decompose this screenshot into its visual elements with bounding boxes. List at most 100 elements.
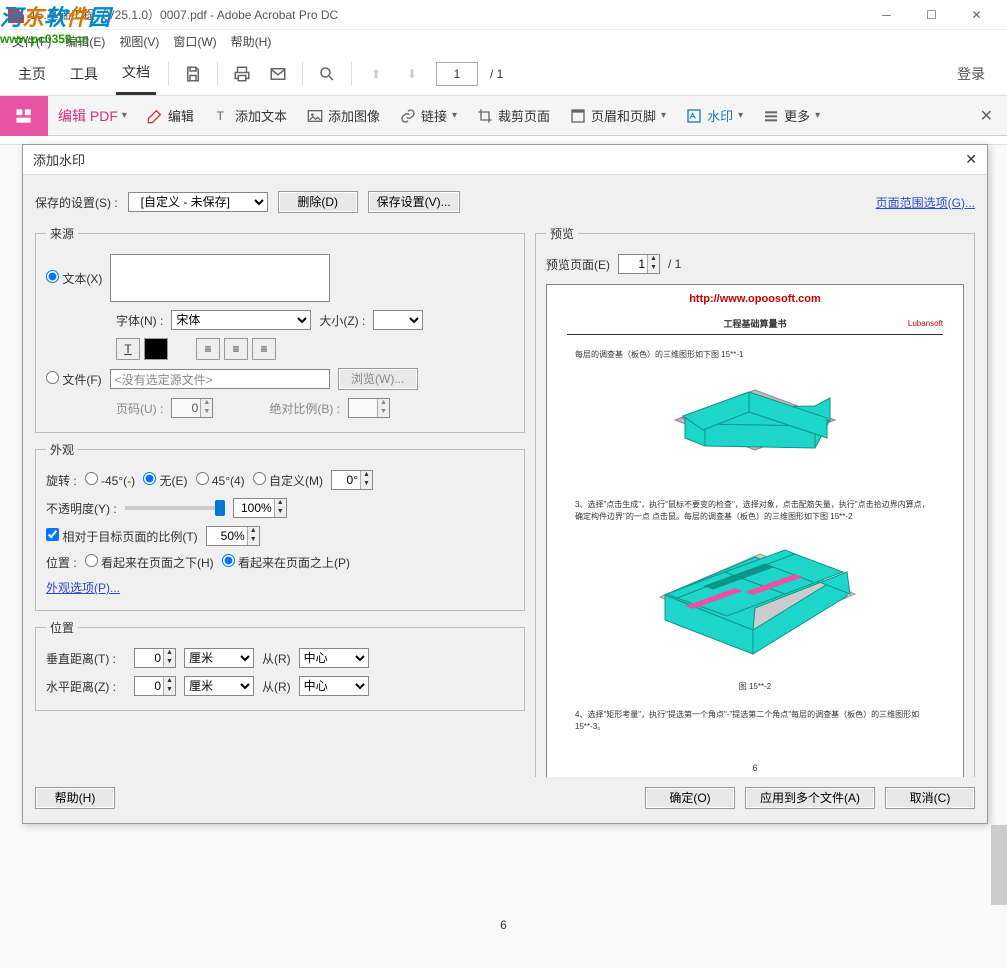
more-button[interactable]: 更多 ▾: [753, 106, 830, 125]
preview-iso-graphic-1: [635, 375, 875, 485]
save-icon[interactable]: [181, 62, 205, 86]
crop-button[interactable]: 裁剪页面: [467, 106, 560, 125]
vert-from-select[interactable]: 中心: [299, 648, 369, 668]
print-icon[interactable]: [230, 62, 254, 86]
saved-settings-select[interactable]: [自定义 - 未保存]: [128, 192, 268, 212]
divider: [168, 62, 169, 86]
opacity-stepper[interactable]: ▲▼: [233, 498, 287, 518]
font-label: 字体(N) :: [116, 312, 163, 329]
page-number-input[interactable]: 1: [436, 62, 478, 86]
preview-line1: 每层的调查基（板色）的三维图形如下图 15**-1: [567, 347, 943, 363]
menu-window[interactable]: 窗口(W): [169, 31, 220, 52]
maximize-button[interactable]: ☐: [909, 0, 954, 30]
preview-doc-title: 工程基础算量书: [722, 315, 789, 332]
window-close-button[interactable]: ✕: [954, 0, 999, 30]
rot-neg45-radio[interactable]: [85, 472, 98, 485]
rel-scale-checkbox[interactable]: [46, 528, 59, 541]
font-select[interactable]: 宋体: [171, 310, 311, 330]
help-button[interactable]: 帮助(H): [35, 787, 115, 809]
preview-page-stepper[interactable]: ▲▼: [618, 254, 660, 274]
horz-unit-select[interactable]: 厘米: [184, 676, 254, 696]
minimize-button[interactable]: ─: [864, 0, 909, 30]
menu-view[interactable]: 视图(V): [115, 31, 163, 52]
browse-button[interactable]: 浏览(W)...: [338, 368, 418, 390]
rot-none-radio[interactable]: [143, 472, 156, 485]
rel-scale-stepper[interactable]: ▲▼: [206, 526, 260, 546]
search-icon[interactable]: [315, 62, 339, 86]
rot-custom-stepper[interactable]: ▲▼: [331, 470, 373, 490]
vert-dist-stepper[interactable]: ▲▼: [134, 648, 176, 668]
menu-bar: 文件(F) 编辑(E) 视图(V) 窗口(W) 帮助(H): [0, 30, 1007, 52]
watermark-text-input[interactable]: [110, 254, 330, 302]
text-radio-label[interactable]: 文本(X): [46, 270, 102, 287]
menu-help[interactable]: 帮助(H): [227, 31, 276, 52]
edit-button[interactable]: 编辑: [137, 106, 204, 125]
preview-fieldset: 预览 预览页面(E) ▲▼ / 1 http://www.opoosoft.co…: [535, 225, 975, 777]
preview-fig2-label: 图 15**-2: [567, 679, 943, 695]
divider: [302, 62, 303, 86]
add-image-button[interactable]: 添加图像: [297, 106, 390, 125]
tab-document[interactable]: 文档: [116, 52, 156, 95]
color-button[interactable]: [144, 338, 168, 360]
file-path-input[interactable]: [110, 369, 330, 389]
horz-from-select[interactable]: 中心: [299, 676, 369, 696]
text-radio[interactable]: [46, 270, 59, 283]
horz-dist-stepper[interactable]: ▲▼: [134, 676, 176, 696]
pos-above-radio[interactable]: [222, 554, 235, 567]
apply-multiple-button[interactable]: 应用到多个文件(A): [745, 787, 875, 809]
page-down-icon[interactable]: ⬇: [400, 62, 424, 86]
save-settings-button[interactable]: 保存设置(V)...: [368, 191, 460, 213]
page-up-icon[interactable]: ⬆: [364, 62, 388, 86]
page-num-stepper[interactable]: ▲▼: [171, 398, 213, 418]
underline-button[interactable]: T: [116, 338, 140, 360]
delete-button[interactable]: 删除(D): [278, 191, 358, 213]
toolbar-close-icon[interactable]: ✕: [966, 106, 1007, 126]
login-link[interactable]: 登录: [957, 64, 995, 84]
source-fieldset: 来源 文本(X) 字体(N) : 宋体 大小(Z) : T: [35, 225, 525, 433]
abs-scale-stepper[interactable]: ▲▼: [348, 398, 390, 418]
opacity-slider[interactable]: [125, 506, 225, 510]
source-legend: 来源: [46, 225, 78, 242]
from-label-1: 从(R): [262, 650, 291, 667]
preview-page-total: / 1: [668, 257, 681, 271]
position-fieldset: 位置 垂直距离(T) : ▲▼ 厘米 从(R) 中心 水平距离(Z) : ▲▼ …: [35, 619, 525, 711]
align-center-button[interactable]: ≡: [224, 338, 248, 360]
rotate-label: 旋转 :: [46, 472, 77, 489]
edit-pdf-dropdown[interactable]: 编辑 PDF ▾: [48, 106, 137, 126]
add-text-button[interactable]: T添加文本: [204, 106, 297, 125]
from-label-2: 从(R): [262, 678, 291, 695]
vert-dist-label: 垂直距离(T) :: [46, 650, 126, 667]
pos-below-radio[interactable]: [85, 554, 98, 567]
vert-unit-select[interactable]: 厘米: [184, 648, 254, 668]
page-range-link[interactable]: 页面范围选项(G)...: [876, 194, 975, 211]
tab-tools[interactable]: 工具: [64, 54, 104, 94]
rot-custom-radio[interactable]: [253, 472, 266, 485]
align-right-button[interactable]: ≡: [252, 338, 276, 360]
align-left-button[interactable]: ≡: [196, 338, 220, 360]
ok-button[interactable]: 确定(O): [645, 787, 735, 809]
abs-scale-label: 绝对比例(B) :: [269, 400, 340, 417]
rot-45-radio[interactable]: [196, 472, 209, 485]
link-button[interactable]: 链接 ▾: [390, 106, 467, 125]
preview-legend: 预览: [546, 225, 578, 242]
page-num-label: 页码(U) :: [116, 400, 163, 417]
edit-pdf-panel-icon[interactable]: [0, 96, 48, 136]
window-titlebar: 15.基础工程（V25.1.0）0007.pdf - Adobe Acrobat…: [0, 0, 1007, 30]
size-select[interactable]: [373, 310, 423, 330]
svg-text:T: T: [217, 109, 225, 123]
scrollbar-thumb[interactable]: [991, 825, 1007, 905]
tab-home[interactable]: 主页: [12, 54, 52, 94]
preview-text2: 4、选择"矩形考量"，执行"提选第一个角点"-"提选第二个角点"每层的调查基（板…: [567, 707, 943, 735]
page-number-bg: 6: [500, 918, 507, 932]
email-icon[interactable]: [266, 62, 290, 86]
watermark-button[interactable]: 水印 ▾: [676, 106, 753, 125]
horz-dist-label: 水平距离(Z) :: [46, 678, 126, 695]
cancel-button[interactable]: 取消(C): [885, 787, 975, 809]
file-radio[interactable]: [46, 371, 59, 384]
header-footer-button[interactable]: 页眉和页脚 ▾: [560, 106, 676, 125]
position-legend: 位置: [46, 619, 78, 636]
main-tab-bar: 主页 工具 文档 ⬆ ⬇ 1 / 1 登录: [0, 52, 1007, 96]
dialog-close-icon[interactable]: ✕: [965, 151, 977, 168]
appearance-options-link[interactable]: 外观选项(P)...: [46, 579, 120, 596]
file-radio-label[interactable]: 文件(F): [46, 371, 102, 388]
